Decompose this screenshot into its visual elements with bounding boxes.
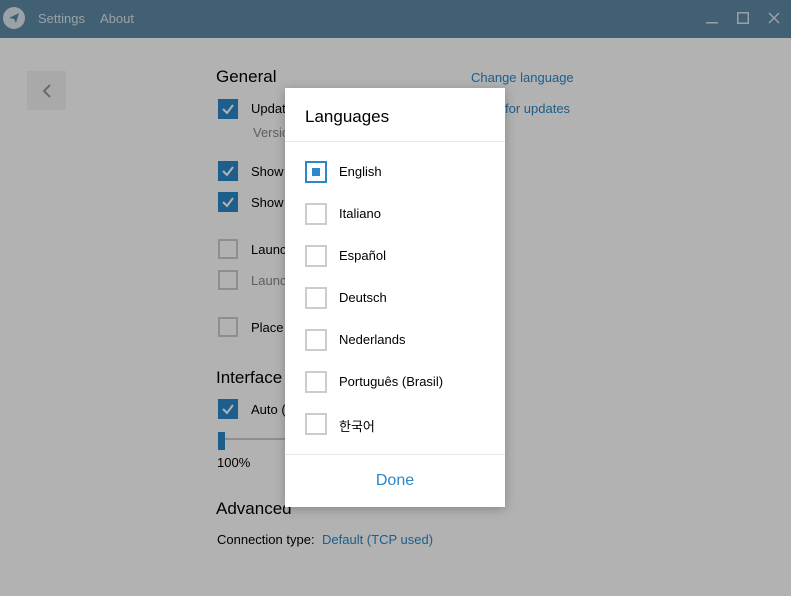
- language-label: Deutsch: [339, 290, 387, 305]
- language-option-portugues[interactable]: Português (Brasil): [305, 371, 485, 393]
- radio-icon[interactable]: [305, 287, 327, 309]
- language-option-deutsch[interactable]: Deutsch: [305, 287, 485, 309]
- language-label: Português (Brasil): [339, 374, 444, 389]
- radio-icon[interactable]: [305, 413, 327, 435]
- radio-selected-icon[interactable]: [305, 161, 327, 183]
- language-label: Nederlands: [339, 332, 406, 347]
- languages-dialog: Languages English Italiano Español Deuts…: [285, 88, 505, 507]
- language-label: Español: [339, 248, 386, 263]
- done-button[interactable]: Done: [285, 455, 505, 507]
- dialog-title: Languages: [305, 107, 390, 126]
- divider: [285, 141, 505, 142]
- language-option-english[interactable]: English: [305, 161, 485, 183]
- radio-icon[interactable]: [305, 329, 327, 351]
- radio-icon[interactable]: [305, 245, 327, 267]
- language-option-korean[interactable]: 한국어: [305, 413, 485, 435]
- language-option-espanol[interactable]: Español: [305, 245, 485, 267]
- language-option-nederlands[interactable]: Nederlands: [305, 329, 485, 351]
- language-label: Italiano: [339, 206, 381, 221]
- radio-icon[interactable]: [305, 371, 327, 393]
- language-label: English: [339, 164, 382, 179]
- language-option-italiano[interactable]: Italiano: [305, 203, 485, 225]
- language-label: 한국어: [339, 419, 375, 434]
- radio-icon[interactable]: [305, 203, 327, 225]
